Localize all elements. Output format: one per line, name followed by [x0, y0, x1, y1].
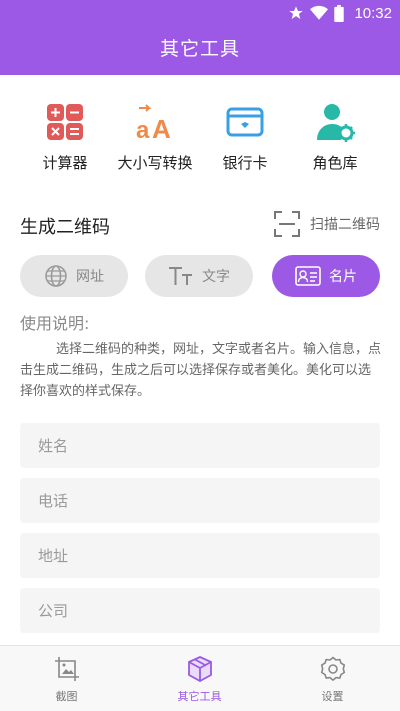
tab-label: 网址: [76, 269, 104, 285]
address-field[interactable]: [20, 533, 380, 578]
tools-box-icon: [188, 656, 212, 682]
svg-text:A: A: [152, 114, 171, 142]
tool-role-library[interactable]: 角色库: [285, 96, 385, 186]
nav-label: 其它工具: [177, 690, 222, 703]
screenshot-icon: [55, 657, 79, 681]
tool-label: 银行卡: [222, 154, 268, 172]
status-time: 10:32: [354, 4, 392, 22]
battery-icon: [334, 4, 345, 22]
status-bar: 10:32: [0, 0, 400, 26]
scan-icon: [274, 211, 300, 237]
nav-label: 截图: [55, 690, 78, 703]
page-title: 其它工具: [159, 38, 240, 60]
tab-label: 名片: [329, 269, 357, 285]
globe-icon: [45, 265, 67, 287]
nav-screenshot[interactable]: 截图: [0, 646, 133, 711]
company-field[interactable]: [20, 588, 380, 633]
text-icon: [169, 267, 192, 285]
usage-title: 使用说明:: [20, 314, 90, 333]
svg-text:a: a: [136, 117, 150, 142]
tab-url[interactable]: 网址: [20, 255, 128, 297]
tool-grid: 计算器 a A 大小写转换 银行卡 角色库: [0, 96, 400, 186]
card-icon: [295, 266, 321, 286]
wifi-icon: [310, 5, 329, 20]
calculator-icon: [47, 104, 83, 140]
nav-other-tools[interactable]: 其它工具: [133, 646, 266, 711]
tool-label: 大小写转换: [117, 154, 193, 172]
scan-qr-label: 扫描二维码: [310, 217, 380, 233]
tool-bank-card[interactable]: 银行卡: [195, 96, 295, 186]
case-convert-icon: a A: [136, 104, 171, 142]
name-field[interactable]: [20, 423, 380, 468]
qr-section-title: 生成二维码: [20, 217, 110, 238]
nav-settings[interactable]: 设置: [266, 646, 399, 711]
bank-card-icon: [226, 107, 264, 137]
tab-business-card[interactable]: 名片: [272, 255, 380, 297]
phone-field[interactable]: [20, 478, 380, 523]
bottom-nav: 截图 其它工具 设置: [0, 645, 400, 711]
tab-label: 文字: [202, 269, 230, 285]
tool-calculator[interactable]: 计算器: [15, 96, 115, 186]
settings-icon: [320, 656, 346, 681]
role-library-icon: [317, 104, 355, 142]
nav-label: 设置: [321, 690, 344, 703]
usage-description: 选择二维码的种类，网址，文字或者名片。输入信息，点击生成二维码，生成之后可以选择…: [20, 342, 382, 399]
tab-text[interactable]: 文字: [145, 255, 253, 297]
app-header: 10:32 其它工具: [0, 0, 400, 75]
tool-case-convert[interactable]: a A 大小写转换: [105, 96, 205, 186]
star-icon: [289, 6, 304, 19]
tool-label: 角色库: [312, 154, 358, 172]
qr-type-tabs: 网址 文字 名片: [20, 255, 380, 297]
tool-label: 计算器: [42, 154, 88, 172]
scan-qr-button[interactable]: 扫描二维码: [274, 210, 380, 238]
